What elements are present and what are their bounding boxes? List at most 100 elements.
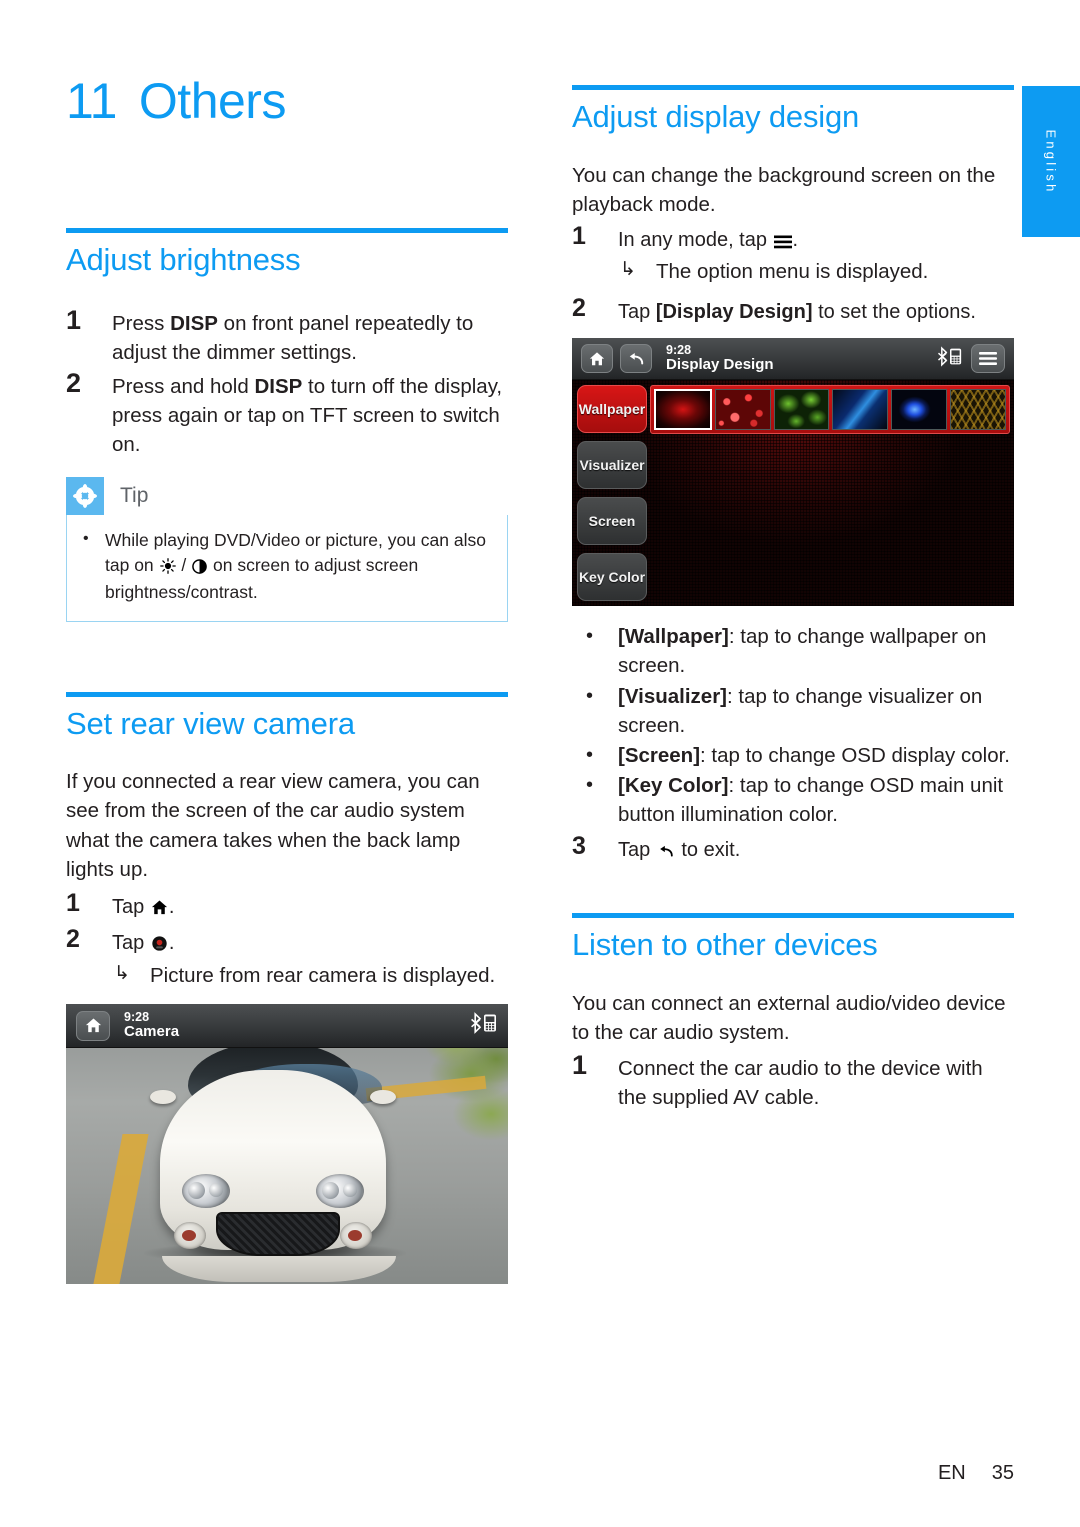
step-text-bold: [Display Design]: [655, 300, 813, 323]
step-number: 3: [572, 832, 586, 861]
wallpaper-blue-burst[interactable]: [891, 389, 948, 431]
substep-text: The option menu is displayed.: [656, 260, 929, 284]
step-number: 1: [66, 888, 80, 917]
side-menu-item-visualizer[interactable]: Visualizer: [577, 441, 647, 490]
section-heading: Set rear view camera: [66, 705, 355, 741]
bullet-marker: •: [586, 684, 594, 707]
language-tab: English: [1022, 86, 1080, 237]
step-number: 1: [572, 221, 586, 250]
foglight-right: [340, 1222, 372, 1250]
asterisk-icon: [66, 477, 104, 516]
footer-language: EN: [937, 1462, 966, 1484]
tip-separator: /: [176, 554, 192, 575]
right-column: Adjust display design You can change the…: [572, 85, 1014, 1113]
display-design-options: • [Wallpaper]: tap to change wallpaper o…: [572, 622, 1014, 829]
wallpaper-red-radial[interactable]: [654, 389, 712, 431]
step-text-a: In any mode, tap: [618, 228, 773, 251]
bluetooth-phone-icon[interactable]: [937, 346, 963, 372]
clock: 9:28: [666, 343, 692, 358]
step-item: 1 Press DISP on front panel repeatedly t…: [66, 304, 508, 367]
step-text-a: Tap: [618, 839, 656, 862]
tip-header: Tip: [66, 477, 508, 516]
bluetooth-phone-icon[interactable]: [470, 1012, 498, 1039]
wallpaper-red-bokeh[interactable]: [714, 389, 771, 431]
step-number: 2: [66, 367, 82, 398]
step-text: Tap to exit.: [618, 833, 1014, 867]
wallpaper-gold-hex[interactable]: [950, 389, 1006, 431]
bullet-marker: •: [586, 743, 594, 766]
menu-icon[interactable]: [971, 344, 1005, 374]
step-text-a: Press and hold: [112, 374, 255, 398]
display-design-status-icons: [937, 344, 1005, 374]
option-term: [Wallpaper]: [618, 625, 729, 649]
option-text: [Wallpaper]: tap to change wallpaper on …: [618, 622, 1014, 680]
page-title: 11 Others: [66, 72, 286, 130]
back-icon: [657, 839, 675, 867]
step-text: Tap [Display Design] to set the options.: [618, 295, 1014, 326]
tip-box: Tip • While playing DVD/Video or picture…: [66, 477, 508, 622]
option-term: [Screen]: [618, 743, 701, 767]
side-menu-item-key-color[interactable]: Key Color: [577, 553, 647, 602]
headlight-right: [316, 1174, 364, 1209]
side-menu-item-wallpaper[interactable]: Wallpaper: [577, 385, 647, 434]
option-item: • [Key Color]: tap to change OSD main un…: [572, 771, 1014, 829]
step-item: 1 Connect the car audio to the device wi…: [572, 1051, 1014, 1112]
step-text-bold: DISP: [254, 374, 303, 398]
step-text: Connect the car audio to the device with…: [618, 1057, 983, 1110]
step-text-a: Tap: [618, 300, 656, 323]
step-item: 2 Tap [Display Design] to set the option…: [572, 294, 1014, 326]
tip-label: Tip: [120, 484, 149, 508]
contrast-icon: [192, 556, 207, 581]
section-intro: If you connected a rear view camera, you…: [66, 770, 480, 881]
car-body: [160, 1070, 396, 1283]
side-menu-item-screen[interactable]: Screen: [577, 497, 647, 546]
display-design-side-menu: Wallpaper Visualizer Screen Key Color: [577, 385, 647, 602]
step-number: 1: [66, 304, 82, 335]
step-text: Tap .: [112, 926, 508, 960]
manual-page: 11 Others Adjust brightness 1 Press DISP …: [0, 0, 1080, 1527]
bullet-marker: •: [586, 773, 594, 796]
chapter-number: 11: [66, 73, 117, 129]
home-icon[interactable]: [76, 1010, 110, 1041]
grille: [216, 1212, 340, 1257]
side-menu-label: Visualizer: [579, 457, 645, 474]
section-rule: [572, 913, 1014, 919]
screen-name: Display Design: [666, 356, 774, 374]
car-front: [150, 1042, 396, 1283]
step-text: Tap .: [112, 890, 508, 924]
camera-icon: [151, 932, 168, 960]
chapter-title: Others: [138, 73, 287, 129]
camera-screen: 9:28 Camera: [66, 1004, 508, 1285]
camera-title-block: 9:28 Camera: [124, 1010, 179, 1041]
step-item: 3 Tap to exit.: [572, 832, 1014, 867]
option-desc: : tap to change OSD display color.: [700, 743, 1010, 767]
tip-bullet-item: • While playing DVD/Video or picture, yo…: [77, 528, 491, 605]
display-design-screen: Wallpaper Visualizer Screen Key Color 9:…: [572, 338, 1014, 607]
wallpaper-blue-swoosh[interactable]: [832, 389, 889, 431]
option-term: [Key Color]: [618, 773, 729, 797]
option-text: [Visualizer]: tap to change visualizer o…: [618, 682, 1014, 740]
wallpaper-green-cells[interactable]: [773, 389, 830, 431]
step-text: Press DISP on front panel repeatedly to …: [112, 306, 508, 367]
wallpaper-thumbnail-strip: [650, 385, 1010, 435]
language-tab-label: English: [1043, 128, 1059, 195]
step-text: In any mode, tap .: [618, 223, 1014, 257]
back-icon[interactable]: [620, 344, 652, 374]
option-text: [Screen]: tap to change OSD display colo…: [618, 741, 1014, 770]
step-text-b: .: [168, 895, 175, 918]
clock: 9:28: [124, 1010, 150, 1025]
side-menu-label: Wallpaper: [578, 401, 646, 418]
mirror-left: [150, 1090, 176, 1105]
step-number: 1: [572, 1050, 588, 1081]
section-listen-to-other-devices: Listen to other devices: [572, 913, 1014, 963]
section-rule: [572, 85, 1014, 90]
substep-item: ↳ The option menu is displayed.: [572, 258, 1014, 287]
screen-name: Camera: [124, 1023, 180, 1041]
parking-line-left: [93, 1134, 149, 1285]
footer-page-number: 35: [991, 1462, 1014, 1484]
section-heading: Listen to other devices: [572, 927, 878, 963]
section-heading: Adjust brightness: [66, 242, 301, 277]
brightness-icon: [159, 556, 176, 581]
section-set-rear-view-camera: Set rear view camera: [66, 691, 508, 742]
home-icon[interactable]: [581, 344, 613, 374]
